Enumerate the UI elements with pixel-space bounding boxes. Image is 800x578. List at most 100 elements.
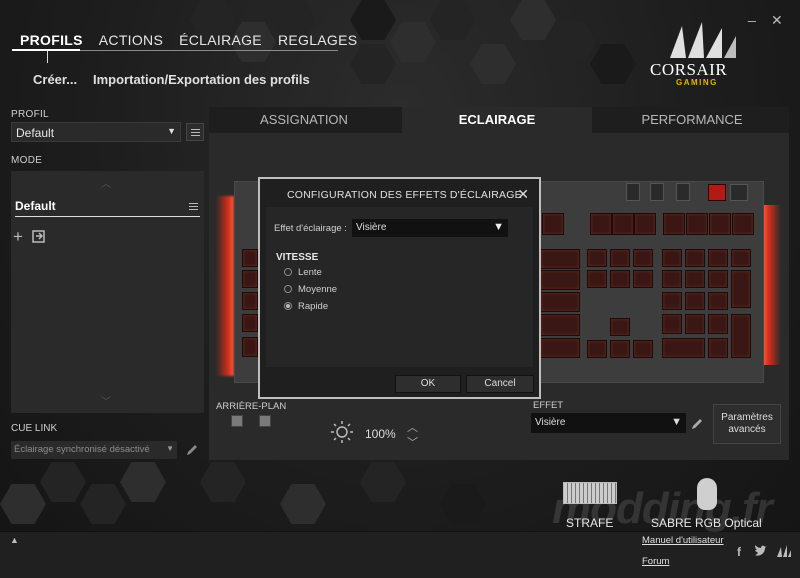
numpad-key[interactable]: [662, 249, 682, 267]
minimize-button[interactable]: _: [748, 6, 756, 22]
arrow-left-key[interactable]: [587, 340, 607, 358]
numpad-key[interactable]: [662, 314, 682, 334]
import-mode-icon[interactable]: [32, 230, 45, 243]
scroll-up-icon[interactable]: ︿: [101, 175, 111, 190]
media-key[interactable]: [676, 183, 690, 201]
keyboard-key[interactable]: [633, 270, 653, 288]
speed-option-rapide[interactable]: Rapide: [284, 301, 328, 312]
keyboard-device-icon[interactable]: [563, 482, 617, 504]
keyboard-key[interactable]: [610, 249, 630, 267]
numpad-key[interactable]: [685, 249, 705, 267]
profile-menu-button[interactable]: [186, 123, 204, 141]
numpad-key[interactable]: [708, 292, 728, 310]
nav-active-indicator: [12, 49, 80, 51]
lighting-effect-dialog: CONFIGURATION DES EFFETS D'ÉCLAIRAGE ✕ E…: [258, 177, 541, 399]
twitter-icon[interactable]: [754, 545, 768, 557]
numpad-zero-key[interactable]: [662, 338, 705, 358]
lock-key[interactable]: [730, 184, 748, 201]
facebook-icon[interactable]: f: [737, 545, 741, 559]
tab-performance[interactable]: PERFORMANCE: [595, 107, 789, 133]
profile-select[interactable]: Default ▼: [11, 122, 181, 142]
create-profile-link[interactable]: Créer...: [33, 72, 77, 87]
keyboard-key[interactable]: [709, 213, 731, 235]
keyboard-glow-left: [216, 196, 234, 376]
effect-select-main[interactable]: Visière ▼: [531, 413, 686, 433]
keyboard-key[interactable]: [633, 249, 653, 267]
numpad-key[interactable]: [685, 292, 705, 310]
numpad-key[interactable]: [708, 338, 728, 358]
keyboard-key[interactable]: [587, 270, 607, 288]
keyboard-key[interactable]: [540, 338, 580, 358]
numpad-key[interactable]: [662, 270, 682, 288]
speed-option-lente[interactable]: Lente: [284, 267, 322, 278]
numpad-key[interactable]: [685, 314, 705, 334]
add-mode-icon[interactable]: +: [13, 227, 23, 247]
chevron-down-icon: ▼: [671, 416, 682, 428]
keyboard-key[interactable]: [590, 213, 612, 235]
tab-eclairage-main[interactable]: ECLAIRAGE: [402, 107, 592, 133]
color-swatch[interactable]: [259, 415, 271, 427]
brightness-key[interactable]: [708, 184, 726, 201]
keyboard-key[interactable]: [634, 213, 656, 235]
corsair-sails-icon[interactable]: [776, 544, 792, 558]
numpad-key[interactable]: [731, 249, 751, 267]
keyboard-key[interactable]: [242, 292, 258, 310]
manual-link[interactable]: Manuel d'utilisateur: [642, 535, 724, 546]
mode-item-default[interactable]: Default: [15, 197, 200, 217]
numpad-key[interactable]: [685, 270, 705, 288]
speed-option-moyenne[interactable]: Moyenne: [284, 284, 337, 295]
forum-link[interactable]: Forum: [642, 556, 669, 567]
bg-hex: [550, 22, 596, 62]
numpad-plus-key[interactable]: [731, 270, 751, 308]
ok-button[interactable]: OK: [395, 375, 461, 393]
keyboard-key[interactable]: [540, 249, 580, 269]
expand-up-icon[interactable]: ▲: [10, 535, 19, 545]
keyboard-key[interactable]: [540, 314, 580, 336]
chevron-down-icon: ▼: [493, 221, 504, 233]
keyboard-key[interactable]: [540, 292, 580, 312]
mode-menu-icon[interactable]: [189, 201, 198, 212]
keyboard-key[interactable]: [663, 213, 685, 235]
close-window-button[interactable]: ✕: [771, 12, 783, 29]
keyboard-key[interactable]: [732, 213, 754, 235]
numpad-key[interactable]: [708, 270, 728, 288]
arrow-up-key[interactable]: [610, 318, 630, 336]
close-icon[interactable]: ✕: [517, 186, 529, 203]
keyboard-key[interactable]: [242, 270, 258, 288]
keyboard-key[interactable]: [242, 249, 258, 267]
import-export-link[interactable]: Importation/Exportation des profils: [93, 72, 310, 87]
keyboard-key[interactable]: [686, 213, 708, 235]
chevron-up-icon[interactable]: ︿: [407, 419, 418, 435]
keyboard-key[interactable]: [587, 249, 607, 267]
mouse-device-icon[interactable]: [697, 478, 717, 510]
tab-assignation[interactable]: ASSIGNATION: [209, 107, 399, 133]
device-sabre-label[interactable]: SABRE RGB Optical: [651, 516, 762, 530]
bg-hex: [280, 484, 326, 524]
numpad-key[interactable]: [708, 314, 728, 334]
effect-select[interactable]: Visière ▼: [352, 219, 508, 237]
advanced-params-button[interactable]: Paramètres avancés: [713, 404, 781, 444]
arrow-down-key[interactable]: [610, 340, 630, 358]
corsair-logo: CORSAIR GAMING: [644, 20, 744, 90]
keyboard-key[interactable]: [242, 337, 258, 357]
pencil-icon[interactable]: [690, 417, 704, 431]
cue-link-select[interactable]: Éclairage synchronisé désactivé ▼: [11, 441, 177, 459]
device-strafe-label[interactable]: STRAFE: [566, 516, 613, 530]
arrow-right-key[interactable]: [633, 340, 653, 358]
keyboard-key[interactable]: [540, 270, 580, 290]
keyboard-key[interactable]: [612, 213, 634, 235]
keyboard-key[interactable]: [242, 314, 258, 332]
chevron-down-icon[interactable]: ﹀: [407, 434, 418, 450]
numpad-key[interactable]: [662, 292, 682, 310]
scroll-down-icon[interactable]: ﹀: [101, 393, 111, 408]
numpad-enter-key[interactable]: [731, 314, 751, 358]
numpad-key[interactable]: [708, 249, 728, 267]
pencil-icon[interactable]: [185, 443, 199, 457]
radio-icon: [284, 268, 292, 276]
keyboard-key[interactable]: [610, 270, 630, 288]
cancel-button[interactable]: Cancel: [466, 375, 534, 393]
media-key[interactable]: [626, 183, 640, 201]
media-key[interactable]: [650, 183, 664, 201]
color-swatch[interactable]: [231, 415, 243, 427]
keyboard-key[interactable]: [542, 213, 564, 235]
